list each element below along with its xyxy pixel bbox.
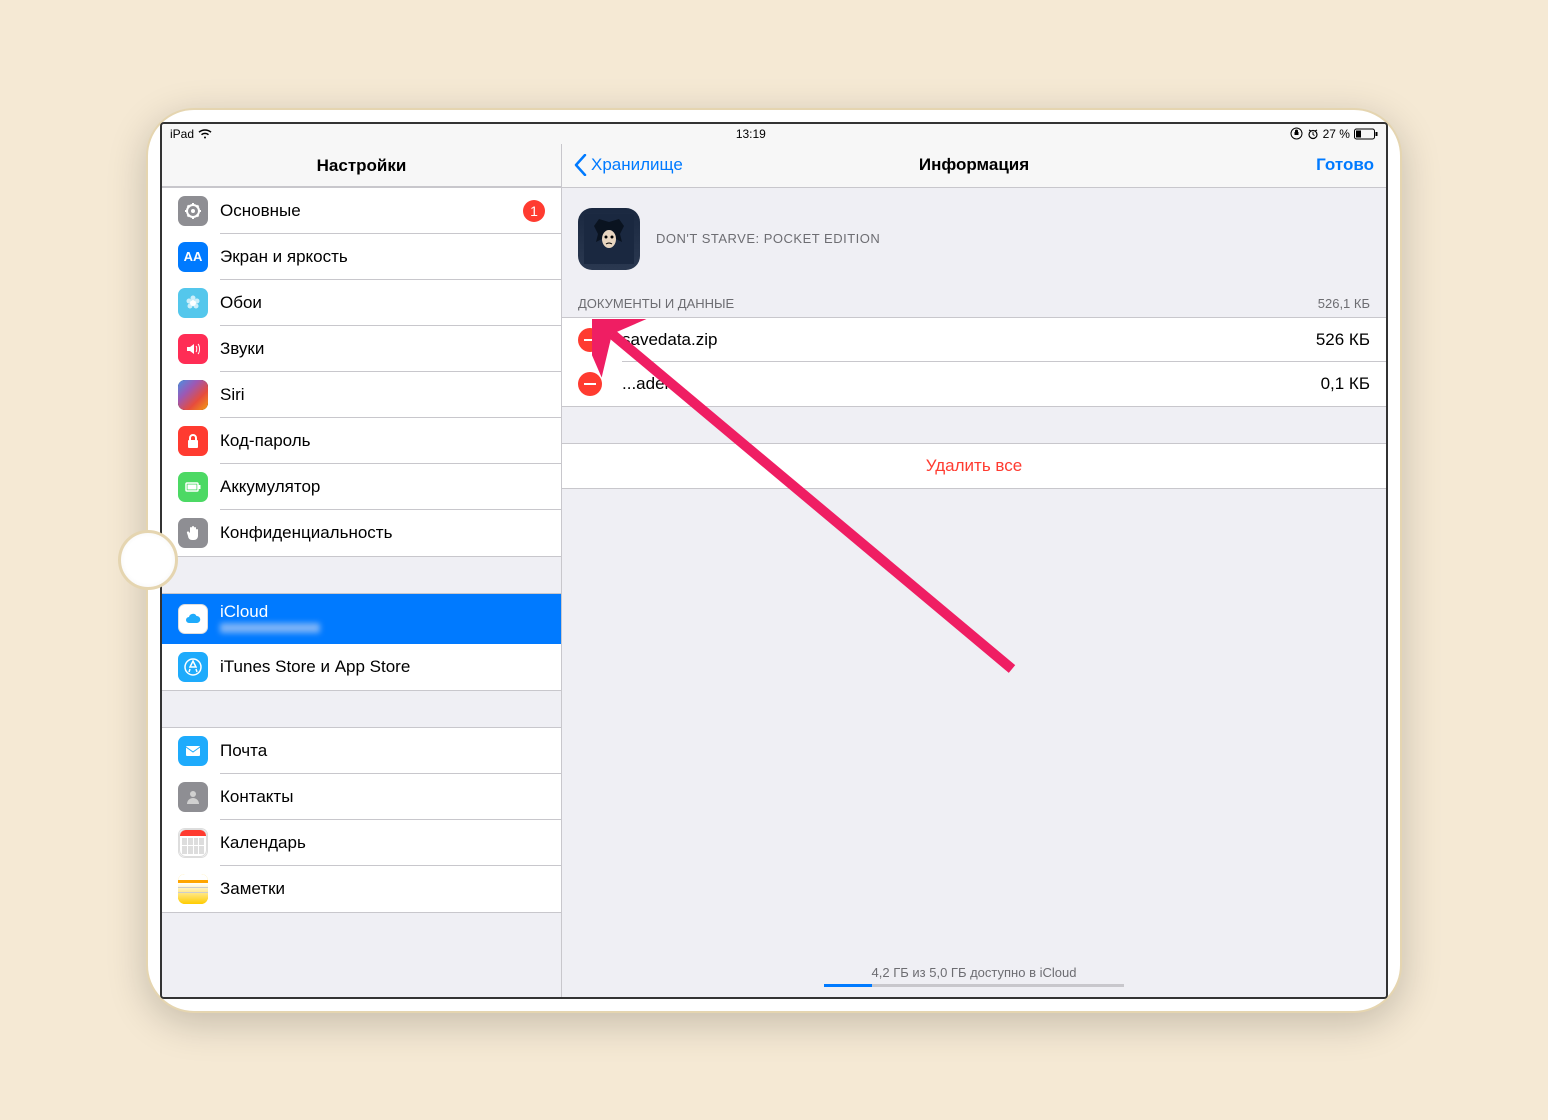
sidebar-item-label: iCloud bbox=[220, 602, 545, 622]
sidebar-item-gear[interactable]: Основные1 bbox=[162, 188, 561, 234]
flower-icon bbox=[178, 288, 208, 318]
sidebar-item-flower[interactable]: Обои bbox=[162, 280, 561, 326]
sidebar-item-label: Экран и яркость bbox=[220, 247, 545, 267]
appstore-icon bbox=[178, 652, 208, 682]
sidebar-item-label: Заметки bbox=[220, 879, 545, 899]
storage-text: 4,2 ГБ из 5,0 ГБ доступно в iCloud bbox=[872, 965, 1077, 980]
sidebar-item-label: Звуки bbox=[220, 339, 545, 359]
docs-header-label: ДОКУМЕНТЫ И ДАННЫЕ bbox=[578, 296, 734, 311]
notification-badge: 1 bbox=[523, 200, 545, 222]
app-name: DON'T STARVE: POCKET EDITION bbox=[656, 231, 880, 246]
sidebar-item-calendar[interactable]: Календарь bbox=[162, 820, 561, 866]
back-label: Хранилище bbox=[591, 155, 683, 175]
wifi-icon bbox=[198, 129, 212, 139]
docs-total-size: 526,1 КБ bbox=[1318, 296, 1370, 311]
sidebar-item-label: Siri bbox=[220, 385, 545, 405]
app-header: DON'T STARVE: POCKET EDITION bbox=[562, 188, 1386, 290]
sidebar-item-label: Основные bbox=[220, 201, 523, 221]
battery-icon bbox=[178, 472, 208, 502]
sidebar-item-label: Почта bbox=[220, 741, 545, 761]
battery-icon bbox=[1354, 128, 1378, 140]
status-bar: iPad 13:19 27 % bbox=[162, 124, 1386, 144]
settings-sidebar: Настройки Основные1 AA Экран и яркость Обои… bbox=[162, 144, 562, 997]
sidebar-item-mail[interactable]: Почта bbox=[162, 728, 561, 774]
section-header: ДОКУМЕНТЫ И ДАННЫЕ 526,1 КБ bbox=[562, 290, 1386, 317]
sidebar-item-label: Обои bbox=[220, 293, 545, 313]
sidebar-title: Настройки bbox=[162, 144, 561, 187]
done-button[interactable]: Готово bbox=[1316, 155, 1374, 175]
page-title: Информация bbox=[562, 155, 1386, 175]
calendar-icon bbox=[178, 828, 208, 858]
alarm-icon bbox=[1307, 128, 1319, 140]
sidebar-item-label: iTunes Store и App Store bbox=[220, 657, 545, 677]
sidebar-item-label: Календарь bbox=[220, 833, 545, 853]
speaker-icon bbox=[178, 334, 208, 364]
document-name: ...ader bbox=[622, 374, 1321, 394]
app-icon bbox=[578, 208, 640, 270]
gear-icon bbox=[178, 196, 208, 226]
sidebar-item-label: Конфиденциальность bbox=[220, 523, 545, 543]
storage-footer: 4,2 ГБ из 5,0 ГБ доступно в iCloud bbox=[562, 965, 1386, 987]
device-label: iPad bbox=[170, 127, 194, 141]
sidebar-item-label: Контакты bbox=[220, 787, 545, 807]
sidebar-item-subtitle bbox=[220, 622, 545, 636]
main-panel: Хранилище Информация Готово bbox=[562, 144, 1386, 997]
document-row[interactable]: ...ader 0,1 КБ bbox=[562, 362, 1386, 406]
mail-icon bbox=[178, 736, 208, 766]
sidebar-item-label: Аккумулятор bbox=[220, 477, 545, 497]
nav-bar: Хранилище Информация Готово bbox=[562, 144, 1386, 188]
battery-label: 27 % bbox=[1323, 127, 1350, 141]
delete-all-button[interactable]: Удалить все bbox=[562, 443, 1386, 489]
sidebar-item-hand[interactable]: Конфиденциальность bbox=[162, 510, 561, 556]
sidebar-item-aa[interactable]: AA Экран и яркость bbox=[162, 234, 561, 280]
sidebar-item-cloud[interactable]: iCloud bbox=[162, 594, 561, 644]
document-row[interactable]: savedata.zip 526 КБ bbox=[562, 318, 1386, 362]
contacts-icon bbox=[178, 782, 208, 812]
delete-icon[interactable] bbox=[578, 328, 602, 352]
document-size: 0,1 КБ bbox=[1321, 374, 1370, 394]
document-list: savedata.zip 526 КБ ...ader 0,1 КБ bbox=[562, 317, 1386, 407]
siri-icon bbox=[178, 380, 208, 410]
orientation-lock-icon bbox=[1290, 127, 1303, 140]
notes-icon bbox=[178, 874, 208, 904]
sidebar-item-speaker[interactable]: Звуки bbox=[162, 326, 561, 372]
aa-icon: AA bbox=[178, 242, 208, 272]
sidebar-item-contacts[interactable]: Контакты bbox=[162, 774, 561, 820]
storage-bar bbox=[824, 984, 1124, 987]
cloud-icon bbox=[178, 604, 208, 634]
sidebar-item-label: Код-пароль bbox=[220, 431, 545, 451]
lock-icon bbox=[178, 426, 208, 456]
sidebar-item-notes[interactable]: Заметки bbox=[162, 866, 561, 912]
document-size: 526 КБ bbox=[1316, 330, 1370, 350]
hand-icon bbox=[178, 518, 208, 548]
document-name: savedata.zip bbox=[622, 330, 1316, 350]
sidebar-item-siri[interactable]: Siri bbox=[162, 372, 561, 418]
time-label: 13:19 bbox=[736, 127, 766, 141]
delete-icon[interactable] bbox=[578, 372, 602, 396]
sidebar-item-appstore[interactable]: iTunes Store и App Store bbox=[162, 644, 561, 690]
back-button[interactable]: Хранилище bbox=[574, 154, 683, 176]
sidebar-item-battery[interactable]: Аккумулятор bbox=[162, 464, 561, 510]
sidebar-item-lock[interactable]: Код-пароль bbox=[162, 418, 561, 464]
